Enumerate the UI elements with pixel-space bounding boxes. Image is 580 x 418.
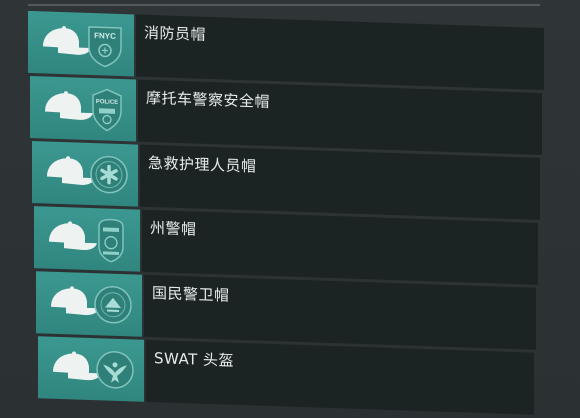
hat-item-label: 消防员帽	[144, 23, 207, 44]
cap-icon	[53, 351, 101, 381]
hat-thumbnail	[38, 336, 144, 402]
cap-icon	[43, 26, 91, 55]
star-of-life-icon	[90, 155, 128, 194]
hat-item-label: 急救护理人员帽	[148, 153, 257, 176]
hat-item-label: SWAT 头盔	[154, 349, 235, 370]
badge-text: POLICE	[96, 99, 118, 106]
hat-item-label: 摩托车警察安全帽	[146, 88, 271, 111]
national-guard-emblem-icon	[94, 285, 132, 324]
hat-thumbnail	[32, 141, 138, 207]
cap-icon	[45, 91, 93, 120]
hat-selection-screen: FNYC 消防员帽 POLICE 摩托车警察安全帽 急救护理人员帽 州警帽 国民…	[0, 0, 580, 418]
eagle-emblem-icon	[96, 351, 134, 389]
hat-thumbnail	[34, 206, 140, 272]
cap-icon	[49, 221, 97, 251]
badge-text: FNYC	[94, 31, 116, 41]
hat-item-panel	[142, 209, 538, 285]
hat-thumbnail: FNYC	[28, 10, 134, 77]
state-police-badge-icon	[98, 218, 124, 263]
police-badge-icon: POLICE	[92, 88, 122, 132]
hat-thumbnail: POLICE	[30, 75, 136, 142]
hat-item-label: 州警帽	[150, 218, 197, 239]
hat-list: FNYC 消防员帽 POLICE 摩托车警察安全帽 急救护理人员帽 州警帽 国民…	[0, 0, 580, 418]
hat-item-label: 国民警卫帽	[152, 284, 230, 305]
hat-thumbnail	[36, 271, 142, 337]
fnyc-badge-icon: FNYC	[88, 26, 122, 68]
cap-icon	[51, 286, 99, 316]
cap-icon	[47, 156, 95, 185]
